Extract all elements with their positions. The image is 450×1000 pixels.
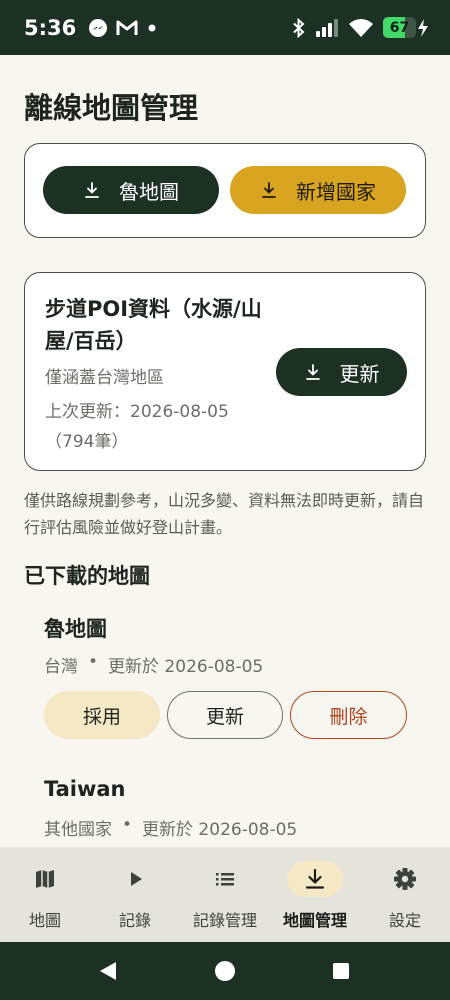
update-map-button[interactable]: 更新 [167,691,283,739]
charging-bolt-icon [416,18,430,38]
status-time: 5:36 [24,15,77,40]
battery-icon: 67 [383,17,430,38]
status-bar: 5:36 67 [0,0,450,55]
meta-separator: • [88,652,99,672]
download-rudymap-button[interactable]: 魯地圖 [43,166,219,214]
download-actions-card: 魯地圖 新增國家 [24,143,426,238]
download-icon [303,867,327,891]
nav-label: 地圖 [28,911,61,930]
nav-label: 設定 [388,911,421,930]
nav-item-settings[interactable]: 設定 [360,847,450,942]
back-icon[interactable] [96,959,120,983]
add-country-button[interactable]: 新增國家 [230,166,406,214]
apply-map-button[interactable]: 採用 [44,691,160,739]
page-title: 離線地圖管理 [24,91,199,125]
nav-item-map[interactable]: 地圖 [0,847,90,942]
add-country-label: 新增國家 [296,179,376,204]
map-region: 台灣 [44,657,78,677]
nav-icon-container [197,861,253,897]
nav-icon-container [377,861,433,897]
poi-update-button[interactable]: 更新 [276,348,407,396]
home-icon[interactable] [214,960,236,982]
download-icon [260,181,278,199]
gear-icon [392,866,418,892]
wifi-icon [348,18,374,38]
messenger-icon [88,18,108,38]
nav-label: 地圖管理 [282,911,347,930]
play-icon [123,867,147,891]
nav-label: 記錄 [118,911,151,930]
poi-last-updated: 上次更新：2026-08-05（794筆） [45,402,229,452]
bottom-navigation: 地圖 記錄 記錄管理 地圖管理 設定 [0,847,450,942]
system-navigation-bar [0,942,450,1000]
battery-level: 67 [389,19,410,36]
list-icon [213,867,237,891]
nav-item-record-management[interactable]: 記錄管理 [180,847,270,942]
main-content[interactable]: 離線地圖管理 魯地圖 新增國家 步道POI資料（水源/山屋/百岳） 僅涵蓋台灣地… [0,55,450,847]
download-icon [83,181,101,199]
meta-separator: • [122,815,133,835]
map-updated: 更新於 2026-08-05 [142,820,298,840]
cell-signal-icon [315,18,339,38]
map-icon [33,867,57,891]
status-right-icons: 67 [292,17,430,38]
nav-label: 記錄管理 [192,911,257,930]
nav-icon-container [287,861,343,897]
status-left-icons [88,18,158,38]
delete-map-button[interactable]: 刪除 [290,691,407,739]
poi-data-card: 步道POI資料（水源/山屋/百岳） 僅涵蓋台灣地區 上次更新：2026-08-0… [24,272,426,471]
map-name: 魯地圖 [44,617,107,641]
map-name: Taiwan [44,777,126,801]
nav-icon-container [107,861,163,897]
downloaded-maps-title: 已下載的地圖 [24,564,150,588]
notification-dot-icon [146,22,158,34]
poi-update-label: 更新 [339,361,380,386]
nav-icon-container [17,861,73,897]
poi-coverage: 僅涵蓋台灣地區 [45,368,164,388]
download-icon [304,363,322,381]
map-meta: 其他國家 • 更新於 2026-08-05 [44,815,297,840]
bluetooth-icon [292,17,306,38]
battery-body: 67 [383,17,416,38]
gmail-icon [116,19,138,37]
map-meta: 台灣 • 更新於 2026-08-05 [44,652,263,677]
nav-item-record[interactable]: 記錄 [90,847,180,942]
nav-item-map-management[interactable]: 地圖管理 [270,847,360,942]
disclaimer-text: 僅供路線規劃參考，山況多變、資料無法即時更新，請自行評估風險並做好登山計畫。 [24,491,425,537]
map-updated: 更新於 2026-08-05 [108,657,264,677]
download-rudymap-label: 魯地圖 [119,179,179,204]
poi-title: 步道POI資料（水源/山屋/百岳） [45,297,262,353]
map-region: 其他國家 [44,820,112,840]
recents-icon[interactable] [332,962,350,980]
